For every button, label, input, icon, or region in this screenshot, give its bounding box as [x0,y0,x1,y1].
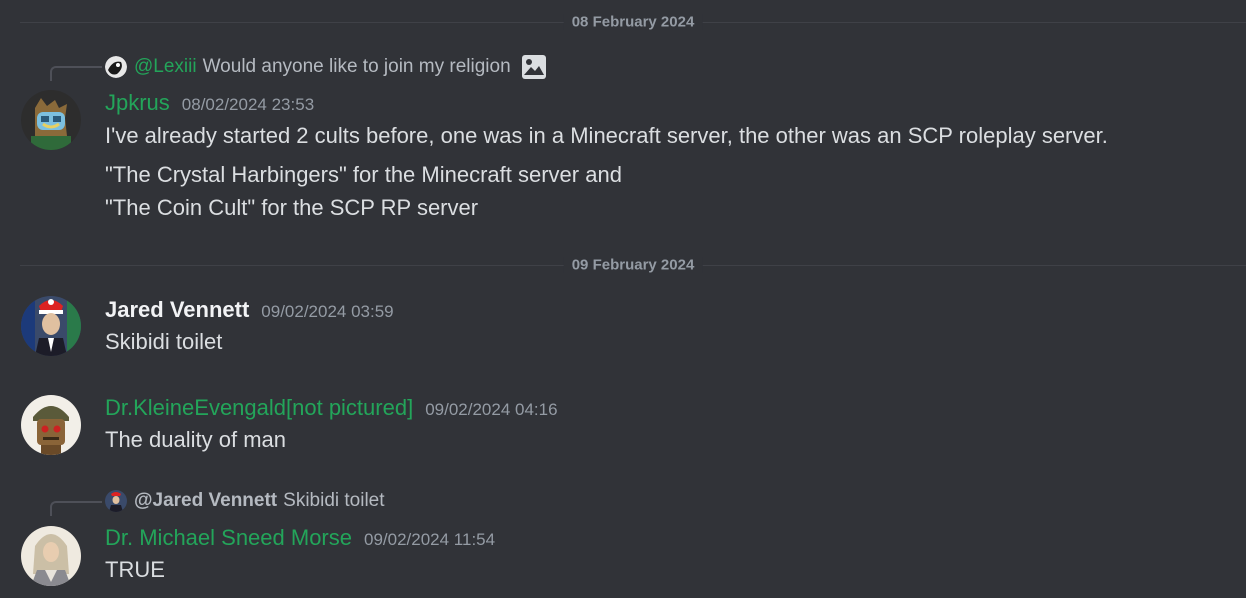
avatar[interactable] [21,296,81,356]
reply-avatar[interactable] [105,490,127,512]
author-name[interactable]: Dr. Michael Sneed Morse [105,525,352,551]
message-line: TRUE [105,557,165,582]
message-header: Jared Vennett 09/02/2024 03:59 [105,297,394,323]
reply-mention[interactable]: @Jared Vennett [134,490,277,512]
date-divider-label: 09 February 2024 [563,256,703,274]
avatar[interactable] [21,395,81,455]
reply-connector [50,501,102,516]
message-line: The duality of man [105,427,286,452]
avatar[interactable] [21,526,81,586]
reply-preview[interactable]: @Jared Vennett Skibidi toilet [105,490,385,512]
timestamp: 09/02/2024 03:59 [261,302,394,321]
reply-avatar[interactable] [105,56,127,78]
date-divider: 09 February 2024 [20,256,1246,274]
timestamp: 09/02/2024 04:16 [425,400,558,419]
message-header: Jpkrus 08/02/2024 23:53 [105,90,314,116]
message-line: "The Coin Cult" for the SCP RP server [105,195,479,220]
author-name[interactable]: Jpkrus [105,90,170,116]
author-name[interactable]: Dr.KleineEvengald[not pictured] [105,395,413,421]
timestamp: 09/02/2024 11:54 [364,530,496,549]
message-header: Dr. Michael Sneed Morse 09/02/2024 11:54 [105,525,495,551]
reply-text[interactable]: Would anyone like to join my religion [203,56,511,78]
date-divider: 08 February 2024 [20,13,1246,31]
message-line: I've already started 2 cults before, one… [105,123,1108,148]
reply-preview[interactable]: @Lexiii Would anyone like to join my rel… [105,54,547,80]
reply-text[interactable]: Skibidi toilet [283,490,384,512]
message-header: Dr.KleineEvengald[not pictured] 09/02/20… [105,395,558,421]
author-name[interactable]: Jared Vennett [105,297,249,323]
date-divider-label: 08 February 2024 [563,13,703,31]
reply-connector [50,66,102,81]
timestamp: 08/02/2024 23:53 [181,95,315,114]
message-line: "The Crystal Harbingers" for the Minecra… [105,162,622,187]
image-attachment-icon[interactable] [521,54,547,80]
avatar[interactable] [21,90,81,150]
reply-mention[interactable]: @Lexiii [134,56,197,78]
message-line: Skibidi toilet [105,329,223,354]
